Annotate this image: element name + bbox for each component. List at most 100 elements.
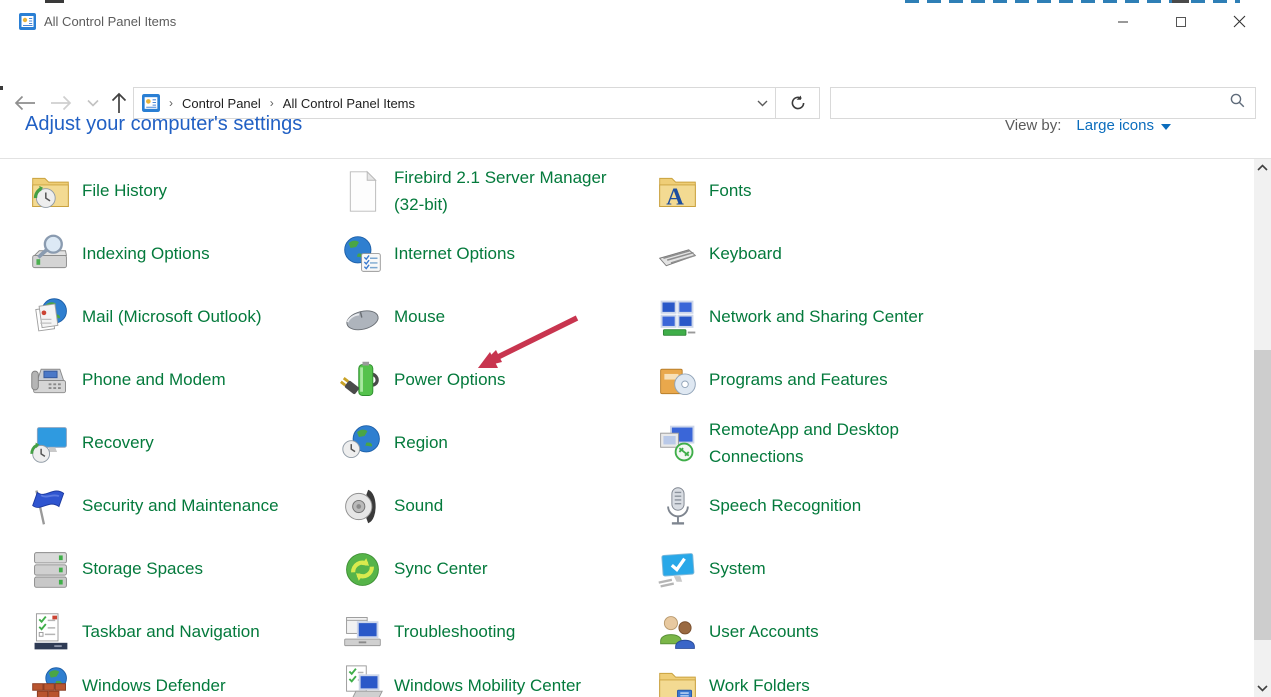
- header-divider: [0, 158, 1271, 159]
- item-label: Windows Defender: [82, 673, 226, 697]
- control-panel-item-phone-and-modem[interactable]: Phone and Modem: [28, 358, 340, 403]
- item-label: System: [709, 556, 766, 582]
- internet-globe-icon: [340, 232, 385, 277]
- taskbar-icon: [28, 610, 73, 655]
- network-icon: [655, 295, 700, 340]
- item-label: Troubleshooting: [394, 619, 515, 645]
- control-panel-item-storage-spaces[interactable]: Storage Spaces: [28, 547, 340, 592]
- storage-icon: [28, 547, 73, 592]
- item-label: Taskbar and Navigation: [82, 619, 260, 645]
- control-panel-item-speech-recognition[interactable]: Speech Recognition: [655, 484, 1254, 529]
- item-label: User Accounts: [709, 619, 819, 645]
- scroll-up-icon[interactable]: [1254, 159, 1271, 176]
- item-label: Recovery: [82, 430, 154, 456]
- item-label: Mail (Microsoft Outlook): [82, 304, 261, 330]
- breadcrumb-separator-icon: ›: [160, 96, 182, 110]
- breadcrumb-all-control-panel-items[interactable]: All Control Panel Items: [283, 96, 415, 111]
- refresh-button[interactable]: [775, 88, 819, 118]
- item-label: RemoteApp and Desktop Connections: [709, 417, 934, 470]
- speech-mic-icon: [655, 484, 700, 529]
- control-panel-item-internet-options[interactable]: Internet Options: [340, 232, 655, 277]
- defender-icon: [28, 664, 73, 697]
- item-label: Work Folders: [709, 673, 810, 697]
- control-panel-item-file-history[interactable]: File History: [28, 169, 340, 214]
- close-button[interactable]: [1210, 3, 1268, 40]
- maximize-button[interactable]: [1152, 3, 1210, 40]
- title-bar: All Control Panel Items: [0, 3, 1271, 40]
- control-panel-item-taskbar-and-navigation[interactable]: Taskbar and Navigation: [28, 610, 340, 655]
- control-panel-item-network-and-sharing-center[interactable]: Network and Sharing Center: [655, 295, 1254, 340]
- mail-icon: [28, 295, 73, 340]
- item-label: Firebird 2.1 Server Manager (32-bit): [394, 165, 619, 218]
- item-label: Security and Maintenance: [82, 493, 279, 519]
- mobility-icon: [340, 664, 385, 697]
- page-title: Adjust your computer's settings: [25, 113, 302, 136]
- control-panel-item-fonts[interactable]: A Fonts: [655, 169, 1254, 214]
- control-panel-item-windows-mobility-center[interactable]: Windows Mobility Center: [340, 664, 655, 697]
- sound-speaker-icon: [340, 484, 385, 529]
- control-panel-item-recovery[interactable]: Recovery: [28, 421, 340, 466]
- control-panel-items-view: File History Firebird 2.1 Server Manager …: [0, 160, 1254, 697]
- control-panel-item-region[interactable]: Region: [340, 421, 655, 466]
- document-icon: [340, 169, 385, 214]
- control-panel-item-system[interactable]: System: [655, 547, 1254, 592]
- item-label: Sound: [394, 493, 443, 519]
- svg-text:A: A: [666, 184, 684, 211]
- region-icon: [340, 421, 385, 466]
- control-panel-item-mouse[interactable]: Mouse: [340, 295, 655, 340]
- control-panel-item-power-options[interactable]: Power Options: [340, 358, 655, 403]
- item-label: Speech Recognition: [709, 493, 861, 519]
- recovery-icon: [28, 421, 73, 466]
- scrollbar-thumb[interactable]: [1254, 350, 1271, 640]
- troubleshooting-icon: [340, 610, 385, 655]
- control-panel-icon: [19, 13, 36, 30]
- item-label: Keyboard: [709, 241, 782, 267]
- scroll-down-icon[interactable]: [1254, 680, 1271, 697]
- address-dropdown-chevron-icon[interactable]: [749, 88, 775, 118]
- mouse-icon: [340, 295, 385, 340]
- view-by-dropdown[interactable]: Large icons: [1076, 117, 1171, 134]
- item-label: Programs and Features: [709, 367, 888, 393]
- control-panel-item-indexing-options[interactable]: Indexing Options: [28, 232, 340, 277]
- breadcrumb-control-panel[interactable]: Control Panel: [182, 96, 261, 111]
- phone-modem-icon: [28, 358, 73, 403]
- item-label: Region: [394, 430, 448, 456]
- indexing-search-icon: [28, 232, 73, 277]
- window-title: All Control Panel Items: [44, 14, 176, 29]
- item-label: Network and Sharing Center: [709, 304, 924, 330]
- search-box: [830, 87, 1256, 119]
- work-folders-icon: [655, 664, 700, 697]
- programs-icon: [655, 358, 700, 403]
- control-panel-icon: [142, 94, 160, 112]
- item-label: Power Options: [394, 367, 506, 393]
- control-panel-item-keyboard[interactable]: Keyboard: [655, 232, 1254, 277]
- file-history-icon: [28, 169, 73, 214]
- window-controls: [1094, 3, 1268, 40]
- control-panel-item-troubleshooting[interactable]: Troubleshooting: [340, 610, 655, 655]
- vertical-scrollbar[interactable]: [1254, 159, 1271, 697]
- fonts-folder-icon: A: [655, 169, 700, 214]
- keyboard-icon: [655, 232, 700, 277]
- item-label: Storage Spaces: [82, 556, 203, 582]
- view-by: View by: Large icons: [1005, 117, 1171, 134]
- control-panel-item-sound[interactable]: Sound: [340, 484, 655, 529]
- control-panel-item-remoteapp-and-desktop-connections[interactable]: RemoteApp and Desktop Connections: [655, 417, 1254, 470]
- power-icon: [340, 358, 385, 403]
- control-panel-item-firebird-2-1-server-manager-32-bit[interactable]: Firebird 2.1 Server Manager (32-bit): [340, 165, 655, 218]
- item-label: Fonts: [709, 178, 752, 204]
- control-panel-item-windows-defender[interactable]: Windows Defender: [28, 664, 340, 697]
- chevron-down-icon: [1161, 124, 1171, 130]
- items-grid: File History Firebird 2.1 Server Manager …: [0, 160, 1254, 697]
- control-panel-item-programs-and-features[interactable]: Programs and Features: [655, 358, 1254, 403]
- item-label: Indexing Options: [82, 241, 210, 267]
- control-panel-item-security-and-maintenance[interactable]: Security and Maintenance: [28, 484, 340, 529]
- search-icon[interactable]: [1230, 93, 1245, 113]
- control-panel-item-user-accounts[interactable]: User Accounts: [655, 610, 1254, 655]
- control-panel-item-sync-center[interactable]: Sync Center: [340, 547, 655, 592]
- control-panel-item-work-folders[interactable]: Work Folders: [655, 664, 1254, 697]
- user-accounts-icon: [655, 610, 700, 655]
- control-panel-item-mail-microsoft-outlook[interactable]: Mail (Microsoft Outlook): [28, 295, 340, 340]
- minimize-button[interactable]: [1094, 3, 1152, 40]
- search-input[interactable]: [831, 88, 1230, 118]
- item-label: Sync Center: [394, 556, 488, 582]
